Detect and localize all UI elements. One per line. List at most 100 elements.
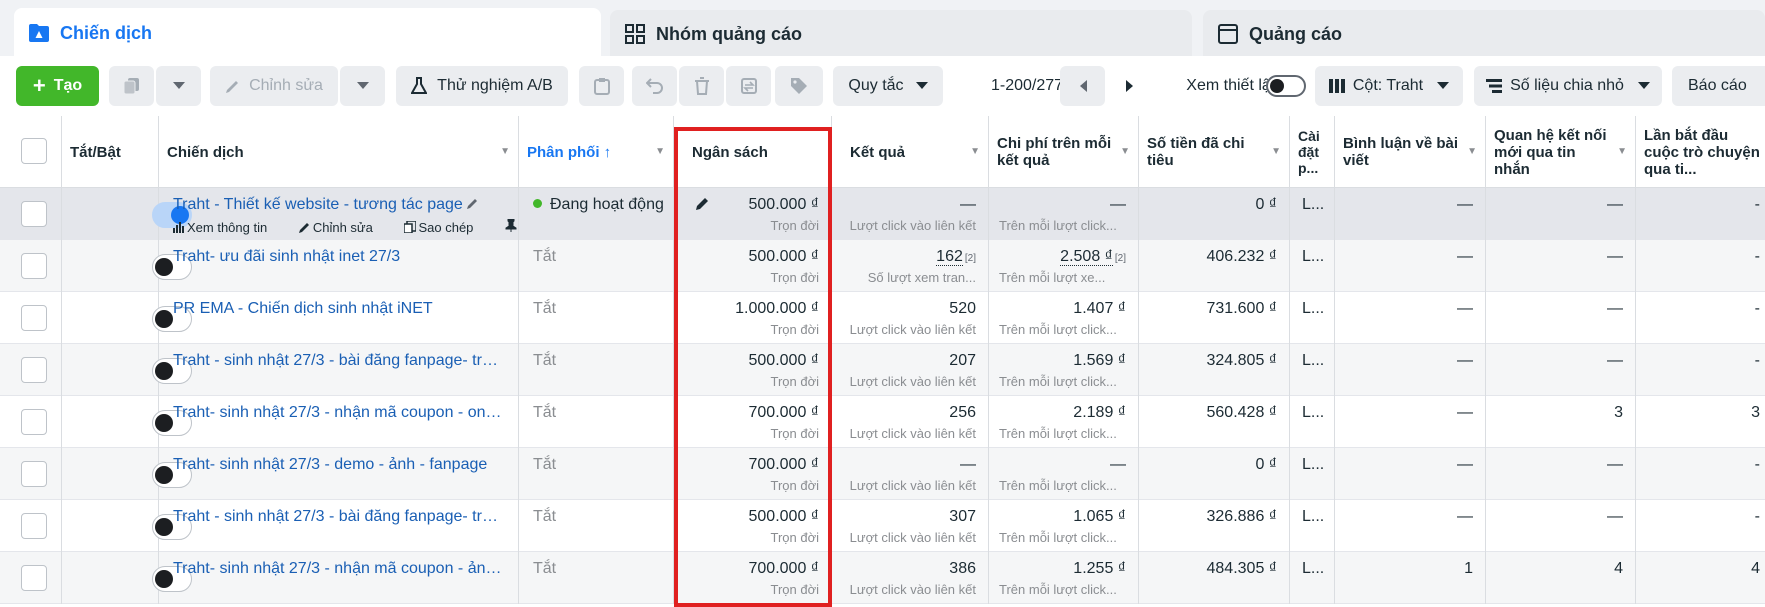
duplicate-button[interactable] (109, 66, 154, 106)
row-checkbox[interactable] (21, 409, 47, 435)
flask-icon (411, 77, 428, 95)
campaign-name-link[interactable]: Traht- sinh nhật 27/3 - nhận mã coupon -… (173, 404, 503, 422)
budget-cell[interactable]: 500.000 ₫ Trọn đời (674, 240, 832, 292)
row-checkbox[interactable] (21, 513, 47, 539)
header-cost-per-result[interactable]: Chi phí trên mỗi kết quả ▼ (989, 116, 1139, 188)
comments-value: — (1457, 248, 1473, 265)
edit-dropdown[interactable] (340, 66, 385, 106)
table-row[interactable]: Traht - Thiết kế website - tương tác pag… (0, 188, 1765, 240)
budget-cell[interactable]: 1.000.000 ₫ Trọn đời (674, 292, 832, 344)
row-toggle-cell (62, 188, 192, 240)
budget-value: 500.000 ₫ (748, 196, 820, 213)
results-type: Lượt click vào liên kết (849, 530, 976, 545)
delete-button[interactable] (679, 66, 724, 106)
spent-value: 731.600 ₫ (1206, 300, 1278, 317)
results-type: Số lượt xem tran... (867, 270, 976, 285)
table-row[interactable]: PR EMA - Chiến dịch sinh nhật iNET Tắt 1… (0, 292, 1765, 344)
tab-ads[interactable]: Quảng cáo (1203, 10, 1765, 58)
row-checkbox[interactable] (21, 461, 47, 487)
prev-page-button[interactable] (1060, 66, 1105, 106)
undo-button[interactable] (632, 66, 677, 106)
campaign-name-link[interactable]: Traht- sinh nhật 27/3 - demo - ảnh - fan… (173, 456, 503, 474)
tab-campaigns[interactable]: Chiến dịch (14, 8, 601, 58)
delivery-cell: Đang hoạt động (519, 188, 674, 240)
create-button[interactable]: + Tạo (16, 66, 99, 106)
edit-action[interactable]: Chỉnh sửa (298, 220, 387, 235)
rules-button[interactable]: Quy tắc (833, 66, 943, 106)
cpr-value: 2.508 ₫ [2] (1060, 248, 1126, 266)
columns-button[interactable]: Cột: Traht (1315, 66, 1463, 106)
tab-ad-sets-label: Nhóm quảng cáo (656, 23, 803, 44)
row-checkbox[interactable] (21, 253, 47, 279)
duplicate-action[interactable]: Sao chép (403, 220, 487, 235)
row-checkbox[interactable] (21, 305, 47, 331)
row-checkbox[interactable] (21, 565, 47, 591)
msg-cell: 3 (1486, 396, 1636, 448)
results-type: Lượt click vào liên kết (849, 478, 976, 493)
next-page-button[interactable] (1107, 66, 1152, 106)
header-conversations-started[interactable]: Lần bắt đầu cuộc trò chuyện qua ti... (1636, 116, 1765, 188)
reports-button[interactable]: Báo cáo (1672, 66, 1765, 106)
attribution-cell: L... (1290, 396, 1335, 448)
breakdown-button[interactable]: Số liệu chia nhỏ (1474, 66, 1662, 106)
conv-cell: - (1636, 188, 1765, 240)
campaign-name-link[interactable]: Traht- ưu đãi sinh nhật inet 27/3 (173, 248, 503, 266)
active-dot-icon (533, 199, 542, 208)
budget-cell[interactable]: 500.000 ₫ Trọn đời (674, 188, 832, 240)
attribution-cell: L... (1290, 292, 1335, 344)
header-results-label: Kết quả (850, 143, 906, 161)
attribution-value: L... (1302, 300, 1325, 317)
campaign-name-link[interactable]: Traht - Thiết kế website - tương tác pag… (173, 196, 503, 214)
toggle-switch[interactable] (1266, 75, 1306, 97)
campaign-name-link[interactable]: Traht- sinh nhật 27/3 - nhận mã coupon -… (173, 560, 503, 578)
msg-cell: — (1486, 448, 1636, 500)
view-setup-toggle[interactable] (1262, 66, 1310, 106)
campaign-name-link[interactable]: Traht - sinh nhật 27/3 - bài đăng fanpag… (173, 352, 503, 370)
header-comments[interactable]: Bình luận về bài viết ▼ (1335, 116, 1486, 188)
header-delivery[interactable]: Phân phối ↑ ▼ (519, 116, 674, 188)
table-row[interactable]: Traht- sinh nhật 27/3 - nhận mã coupon -… (0, 396, 1765, 448)
header-results[interactable]: Kết quả ▼ (832, 116, 989, 188)
budget-cell[interactable]: 700.000 ₫ Trọn đời (674, 552, 832, 604)
table-row[interactable]: Traht - sinh nhật 27/3 - bài đăng fanpag… (0, 344, 1765, 396)
table-row[interactable]: Traht- sinh nhật 27/3 - demo - ảnh - fan… (0, 448, 1765, 500)
table-row[interactable]: Traht- sinh nhật 27/3 - nhận mã coupon -… (0, 552, 1765, 604)
view-action[interactable]: Xem thông tin (173, 220, 281, 235)
ab-test-label: Thử nghiệm A/B (437, 77, 553, 94)
campaign-name-link[interactable]: Traht - sinh nhật 27/3 - bài đăng fanpag… (173, 508, 503, 526)
budget-cell[interactable]: 500.000 ₫ Trọn đời (674, 344, 832, 396)
table-row[interactable]: Traht- ưu đãi sinh nhật inet 27/3 Tắt 50… (0, 240, 1765, 292)
header-conv-label: Lần bắt đầu cuộc trò chuyện qua ti... (1644, 126, 1760, 178)
duplicate-dropdown[interactable] (156, 66, 201, 106)
transfer-button[interactable] (726, 66, 771, 106)
campaign-name-link[interactable]: PR EMA - Chiến dịch sinh nhật iNET (173, 300, 503, 318)
budget-cell[interactable]: 700.000 ₫ Trọn đời (674, 396, 832, 448)
conv-value: 4 (1751, 560, 1760, 577)
header-attribution[interactable]: Cài đặt p... (1290, 116, 1335, 188)
budget-value: 500.000 ₫ (748, 248, 820, 265)
budget-cell[interactable]: 700.000 ₫ Trọn đời (674, 448, 832, 500)
row-checkbox[interactable] (21, 201, 47, 227)
edit-button[interactable]: Chỉnh sửa (210, 66, 338, 106)
header-messaging-connections[interactable]: Quan hệ kết nối mới qua tin nhắn ▼ (1486, 116, 1636, 188)
delivery-status: Tắt (533, 248, 557, 265)
conv-value: - (1754, 508, 1760, 525)
conv-cell: - (1636, 344, 1765, 396)
header-campaign[interactable]: Chiến dịch ▼ (159, 116, 519, 188)
tab-ad-sets[interactable]: Nhóm quảng cáo (610, 10, 1192, 58)
row-checkbox[interactable] (21, 357, 47, 383)
clipboard-button[interactable] (579, 66, 624, 106)
attribution-cell: L... (1290, 240, 1335, 292)
header-amount-spent[interactable]: Số tiền đã chi tiêu ▼ (1139, 116, 1290, 188)
ab-test-button[interactable]: Thử nghiệm A/B (396, 66, 568, 106)
budget-cell[interactable]: 500.000 ₫ Trọn đời (674, 500, 832, 552)
pin-icon[interactable] (505, 218, 517, 235)
results-type: Lượt click vào liên kết (849, 218, 976, 233)
edit-budget-icon[interactable] (696, 196, 710, 214)
tag-button[interactable] (775, 66, 823, 106)
select-all-checkbox[interactable] (21, 138, 47, 164)
header-toggle[interactable]: Tắt/Bật (62, 116, 159, 188)
spent-cell: 406.232 ₫ (1139, 240, 1290, 292)
header-budget[interactable]: Ngân sách (674, 116, 832, 188)
table-row[interactable]: Traht - sinh nhật 27/3 - bài đăng fanpag… (0, 500, 1765, 552)
